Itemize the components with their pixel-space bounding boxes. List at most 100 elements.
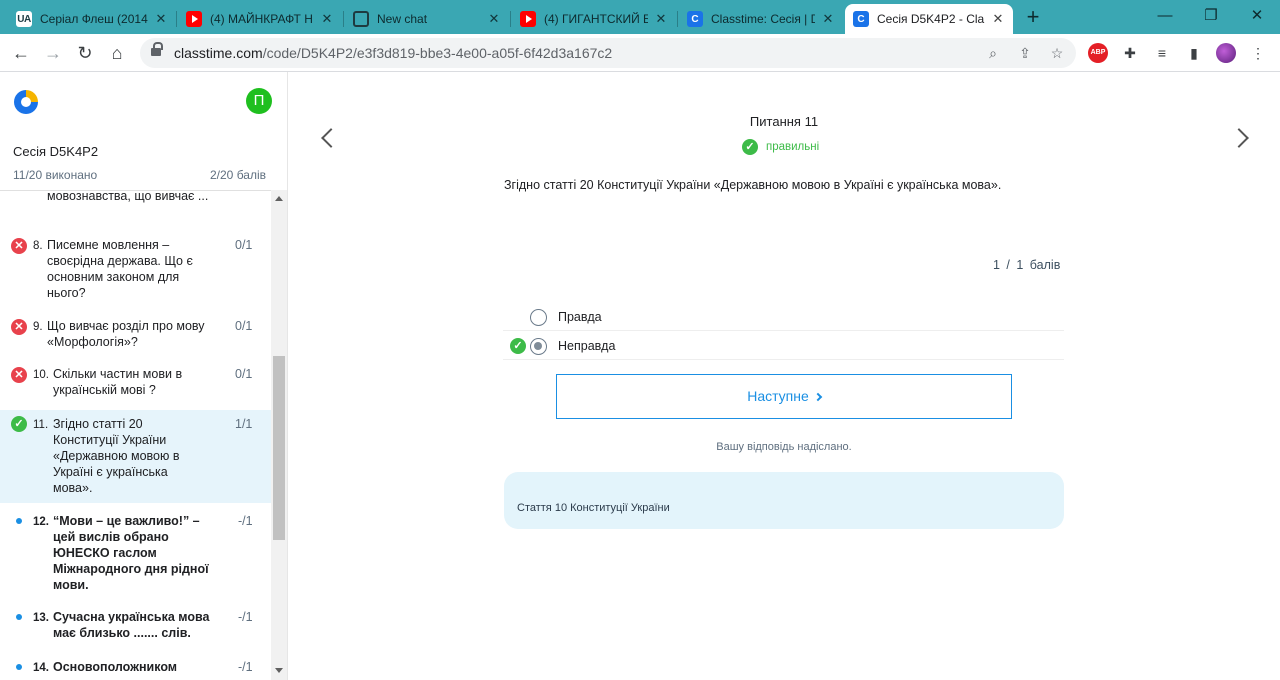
tab-title: (4) МАЙНКРАФТ Н: [210, 12, 313, 26]
user-avatar[interactable]: П: [246, 88, 272, 114]
browser-tab-4[interactable]: (4) ГИГАНТСКИЙ Б ✕: [512, 4, 676, 34]
radio-button[interactable]: [530, 309, 547, 326]
question-list-item[interactable]: ✕ 8. Писемне мовлення – своєрідна держав…: [0, 229, 271, 309]
question-list-item[interactable]: 12. “Мови – це важливо!” – цей вислів об…: [0, 504, 271, 600]
close-icon[interactable]: ✕: [154, 11, 168, 27]
question-list-item[interactable]: ✕ 10. Скільки частин мови в українській …: [0, 357, 271, 409]
next-question-chevron-icon[interactable]: [1229, 128, 1249, 148]
sidebar-scrollbar[interactable]: [271, 190, 287, 680]
pending-dot-icon: [16, 518, 22, 524]
question-text: Писемне мовлення – своєрідна держава. Що…: [47, 238, 193, 300]
question-score: -/1: [238, 610, 253, 624]
wrong-x-icon: ✕: [11, 319, 27, 335]
next-button[interactable]: Наступне: [556, 374, 1012, 419]
question-number: 9.: [33, 321, 43, 333]
back-arrow-icon[interactable]: ←: [10, 42, 32, 64]
wrong-x-icon: ✕: [11, 238, 27, 254]
question-list-item[interactable]: мовознавства, що вивчає ...: [0, 190, 271, 226]
lock-icon: [151, 42, 163, 58]
question-number: 12.: [33, 516, 49, 528]
option-label: Неправда: [558, 339, 616, 353]
classtime-logo[interactable]: [14, 90, 38, 114]
browser-tab-3[interactable]: New chat ✕: [345, 4, 509, 34]
home-icon[interactable]: ⌂: [106, 42, 128, 64]
question-text: Згідно статті 20 Конституції України «Де…: [504, 178, 1002, 192]
question-score: 1 / 1 балів: [993, 258, 1061, 272]
new-tab-button[interactable]: +: [1020, 6, 1046, 30]
bookmark-star-icon[interactable]: ☆: [1047, 43, 1067, 63]
close-icon[interactable]: ✕: [320, 11, 334, 27]
media-control-icon[interactable]: ≡: [1152, 43, 1172, 63]
tab-divider: [677, 11, 678, 27]
address-bar[interactable]: classtime.com/code/D5K4P2/e3f3d819-bbe3-…: [140, 38, 1076, 68]
pending-dot-icon: [16, 614, 22, 620]
question-score: 0/1: [235, 319, 253, 333]
submitted-message: Вашу відповідь надіслано.: [716, 441, 852, 453]
status-text: правильні: [766, 141, 820, 153]
radio-button-selected[interactable]: [530, 338, 547, 355]
correct-check-icon: ✓: [11, 416, 27, 432]
answer-option-false[interactable]: ✓ Неправда: [503, 331, 1064, 360]
close-icon[interactable]: ✕: [821, 11, 835, 27]
question-text: Що вивчає розділ про мову «Морфологія»?: [47, 319, 205, 349]
pending-dot-icon: [16, 664, 22, 670]
browser-tab-5[interactable]: C Classtime: Сесія | D ✕: [679, 4, 843, 34]
scroll-thumb[interactable]: [273, 356, 285, 540]
youtube-icon: [186, 11, 202, 27]
forward-arrow-icon[interactable]: →: [42, 42, 64, 64]
classtime-icon: C: [853, 11, 869, 27]
question-text: “Мови – це важливо!” – цей вислів обрано…: [53, 514, 209, 592]
option-label: Правда: [558, 310, 602, 324]
session-sidebar: П Сесія D5K4P2 11/20 виконано 2/20 балів…: [0, 72, 288, 680]
question-number: 13.: [33, 612, 49, 624]
tab-divider: [510, 11, 511, 27]
profile-avatar[interactable]: [1216, 43, 1236, 63]
question-number: 11.: [33, 419, 49, 431]
question-score: 0/1: [235, 367, 253, 381]
question-text: Згідно статті 20 Конституції України «Де…: [53, 417, 180, 495]
browser-tab-1[interactable]: UA Серіал Флеш (2014 ✕: [8, 4, 176, 34]
side-panel-icon[interactable]: ▮: [1184, 43, 1204, 63]
close-window-button[interactable]: ✕: [1234, 6, 1280, 28]
question-text: Сучасна українська мова має близько ....…: [53, 610, 210, 640]
session-title: Сесія D5K4P2: [13, 144, 99, 159]
chatgpt-icon: [353, 11, 369, 27]
answer-status: ✓ правильні: [742, 139, 819, 155]
adblock-extension-icon[interactable]: ABP: [1088, 43, 1108, 63]
question-list-item-active[interactable]: ✓ 11. Згідно статті 20 Конституції Украї…: [0, 410, 271, 503]
answer-option-true[interactable]: Правда: [503, 302, 1064, 331]
correct-check-icon: ✓: [510, 338, 526, 354]
question-title: Питання 11: [749, 114, 819, 129]
question-list-item[interactable]: 14. Основоположником -/1: [0, 650, 271, 680]
question-score: 0/1: [235, 238, 253, 252]
question-list-item[interactable]: ✕ 9. Що вивчає розділ про мову «Морфолог…: [0, 309, 271, 357]
menu-kebab-icon[interactable]: ⋮: [1248, 43, 1268, 63]
close-icon[interactable]: ✕: [991, 11, 1005, 27]
question-number: 8.: [33, 240, 43, 252]
question-text: Основоположником: [53, 660, 178, 674]
extensions-puzzle-icon[interactable]: ✚: [1120, 43, 1140, 63]
question-list-item[interactable]: 13. Сучасна українська мова має близько …: [0, 600, 271, 650]
question-text: мовознавства, що вивчає ...: [47, 190, 209, 203]
scroll-down-arrow-icon[interactable]: [275, 668, 283, 673]
tab-title: Classtime: Сесія | D: [711, 12, 815, 26]
reload-icon[interactable]: ↻: [74, 42, 96, 64]
browser-tab-2[interactable]: (4) МАЙНКРАФТ Н ✕: [178, 4, 342, 34]
maximize-button[interactable]: ❐: [1188, 6, 1234, 28]
close-icon[interactable]: ✕: [654, 11, 668, 27]
next-button-label: Наступне: [747, 388, 809, 404]
browser-tab-6-active[interactable]: C Сесія D5K4P2 - Cla ✕: [845, 4, 1013, 34]
share-icon[interactable]: ⇪: [1015, 43, 1035, 63]
tab-title: (4) ГИГАНТСКИЙ Б: [544, 12, 648, 26]
tab-divider: [343, 11, 344, 27]
scroll-up-arrow-icon[interactable]: [275, 196, 283, 201]
zoom-icon[interactable]: ⌕: [983, 43, 1003, 63]
progress-done: 11/20 виконано: [13, 168, 98, 182]
minimize-button[interactable]: —: [1142, 6, 1188, 28]
previous-question-chevron-icon[interactable]: [321, 128, 341, 148]
tab-title: Сесія D5K4P2 - Cla: [877, 12, 985, 26]
chevron-right-icon: [813, 392, 823, 402]
url-text: classtime.com/code/D5K4P2/e3f3d819-bbe3-…: [174, 45, 613, 61]
classtime-icon: C: [687, 11, 703, 27]
close-icon[interactable]: ✕: [487, 11, 501, 27]
